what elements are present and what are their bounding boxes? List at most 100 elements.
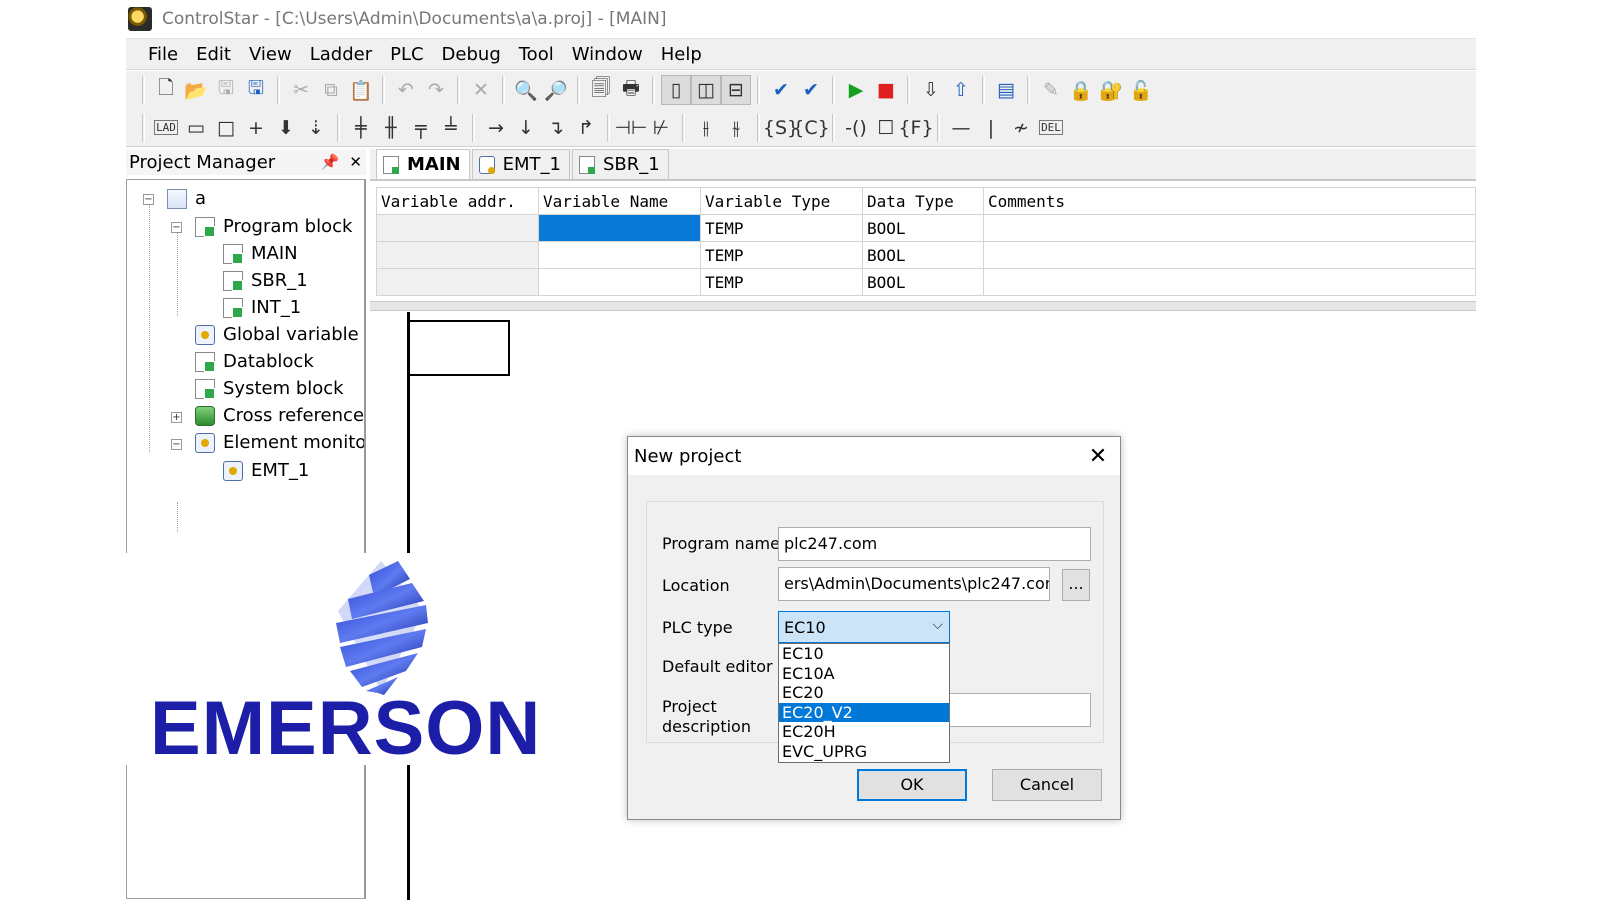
variable-type-cell[interactable]: TEMP	[700, 214, 863, 242]
line-right-icon[interactable]: →	[481, 113, 511, 143]
menu-plc[interactable]: PLC	[390, 44, 423, 65]
plc-option-highlighted[interactable]: EC20_V2	[779, 702, 949, 722]
menu-help[interactable]: Help	[661, 44, 702, 65]
download-icon[interactable]: ⇩	[916, 75, 946, 105]
contact-no-icon[interactable]: ⊣⊢	[614, 113, 647, 143]
ladder-cursor-cell[interactable]	[408, 320, 510, 376]
save-icon[interactable]: 🖫	[211, 75, 241, 105]
column-header[interactable]: Data Type	[862, 187, 984, 215]
plc-option[interactable]: EC10A	[779, 664, 949, 684]
menu-view[interactable]: View	[249, 44, 292, 65]
delete-icon[interactable]: ✕	[466, 75, 496, 105]
lad-mode-icon[interactable]: LAD	[151, 113, 181, 143]
tree-item-element-monitor[interactable]: Element monitor	[195, 429, 364, 456]
plc-option[interactable]: EC10	[779, 644, 949, 664]
vertical-line-icon[interactable]: |	[976, 113, 1006, 143]
toolbar-grip[interactable]	[142, 76, 145, 104]
variable-name-cell[interactable]	[538, 268, 701, 296]
tab-main[interactable]: MAIN	[376, 149, 470, 179]
insert-column-icon[interactable]: ╫	[376, 113, 406, 143]
delete-vertical-icon[interactable]: DEL	[1036, 113, 1066, 143]
replace-icon[interactable]: 🔎	[541, 75, 571, 105]
cut-icon[interactable]: ✂	[286, 75, 316, 105]
edit-pencil-icon[interactable]: ✎	[1036, 75, 1066, 105]
location-input[interactable]: ers\Admin\Documents\plc247.com\	[778, 567, 1050, 601]
tree-item-int1[interactable]: INT_1	[223, 294, 301, 321]
run-icon[interactable]: ▶	[841, 75, 871, 105]
layout-bottom-icon[interactable]: ⊟	[721, 75, 751, 105]
comments-cell[interactable]	[983, 241, 1476, 269]
undo-icon[interactable]: ↶	[391, 75, 421, 105]
tree-item-cross-reference[interactable]: Cross reference ta	[195, 402, 364, 429]
variable-type-cell[interactable]: TEMP	[700, 241, 863, 269]
paste-icon[interactable]: 📋	[346, 75, 376, 105]
function-box-icon[interactable]: ☐	[871, 113, 901, 143]
block-icon[interactable]: ▭	[181, 113, 211, 143]
tree-item-datablock[interactable]: Datablock	[195, 348, 314, 375]
plc-option[interactable]: EC20H	[779, 722, 949, 742]
data-type-cell[interactable]: BOOL	[862, 214, 984, 242]
tree-expand-cross-reference[interactable]: +	[171, 412, 182, 423]
comments-cell[interactable]	[983, 268, 1476, 296]
delete-column-icon[interactable]: ╧	[436, 113, 466, 143]
variable-type-cell[interactable]: TEMP	[700, 268, 863, 296]
lock-icon[interactable]: 🔒	[1066, 75, 1096, 105]
menu-tool[interactable]: Tool	[519, 44, 554, 65]
layout-split-icon[interactable]: ◫	[691, 75, 721, 105]
tree-collapse-program-block[interactable]: −	[171, 222, 182, 233]
plc-type-select[interactable]: EC10 ⌵	[778, 611, 950, 643]
contact-falling-icon[interactable]: ⫳	[721, 113, 751, 143]
tree-item-global-variables[interactable]: Global variable ta	[195, 321, 364, 348]
compile-icon[interactable]: ✔	[766, 75, 796, 105]
variable-name-cell[interactable]	[538, 214, 701, 242]
print-icon[interactable]: 🖶	[616, 75, 646, 105]
data-type-cell[interactable]: BOOL	[862, 241, 984, 269]
stop-icon[interactable]: ■	[871, 75, 901, 105]
variable-name-cell[interactable]	[538, 241, 701, 269]
tab-sbr1[interactable]: SBR_1	[571, 149, 669, 179]
cancel-button[interactable]: Cancel	[992, 769, 1102, 801]
pin-icon[interactable]: 📌	[321, 153, 340, 171]
tree-item-root[interactable]: a	[167, 185, 206, 212]
lock-multi-icon[interactable]: 🔐	[1096, 75, 1126, 105]
insert-branch-icon[interactable]: ⇣	[301, 113, 331, 143]
upload-icon[interactable]: ⇧	[946, 75, 976, 105]
menu-window[interactable]: Window	[572, 44, 643, 65]
find-icon[interactable]: 🔍	[511, 75, 541, 105]
menu-edit[interactable]: Edit	[196, 44, 231, 65]
variable-addr-cell[interactable]	[376, 268, 539, 296]
reset-coil-icon[interactable]: {C}	[792, 113, 829, 143]
tree-item-sbr1[interactable]: SBR_1	[223, 267, 308, 294]
insert-cross-icon[interactable]: +	[241, 113, 271, 143]
save-all-icon[interactable]: 🖫	[241, 75, 271, 105]
delete-row-icon[interactable]: ╤	[406, 113, 436, 143]
comments-cell[interactable]	[983, 214, 1476, 242]
ok-button[interactable]: OK	[857, 769, 967, 801]
variable-addr-cell[interactable]	[376, 214, 539, 242]
splitter[interactable]	[370, 301, 1476, 311]
tree-item-program-block[interactable]: Program block	[195, 213, 352, 240]
program-name-input[interactable]: plc247.com	[778, 527, 1091, 561]
plc-option[interactable]: EVC_UPRG	[779, 742, 949, 762]
tree-collapse-root[interactable]: −	[143, 194, 154, 205]
browse-button[interactable]: ...	[1062, 569, 1090, 601]
layout-panel-icon[interactable]: ▯	[661, 75, 691, 105]
column-header[interactable]: Variable Type	[700, 187, 863, 215]
tree-item-system-block[interactable]: System block	[195, 375, 344, 402]
new-file-icon[interactable]: 🗋	[151, 75, 181, 105]
line-down-icon[interactable]: ↓	[511, 113, 541, 143]
function-icon[interactable]: {F}	[898, 113, 933, 143]
delete-line-icon[interactable]: ≁	[1006, 113, 1036, 143]
copy-icon[interactable]: ⧉	[316, 75, 346, 105]
column-header[interactable]: Comments	[983, 187, 1476, 215]
horizontal-line-icon[interactable]: —	[946, 113, 976, 143]
open-folder-icon[interactable]: 📂	[181, 75, 211, 105]
close-icon[interactable]: ✕	[1076, 444, 1120, 469]
contact-rising-icon[interactable]: ⫲	[691, 113, 721, 143]
line-branch-down-icon[interactable]: ↴	[541, 113, 571, 143]
line-branch-up-icon[interactable]: ↱	[571, 113, 601, 143]
column-header[interactable]: Variable Name	[538, 187, 701, 215]
close-icon[interactable]: ✕	[349, 153, 362, 171]
box-icon[interactable]: □	[211, 113, 241, 143]
unlock-icon[interactable]: 🔓	[1126, 75, 1156, 105]
